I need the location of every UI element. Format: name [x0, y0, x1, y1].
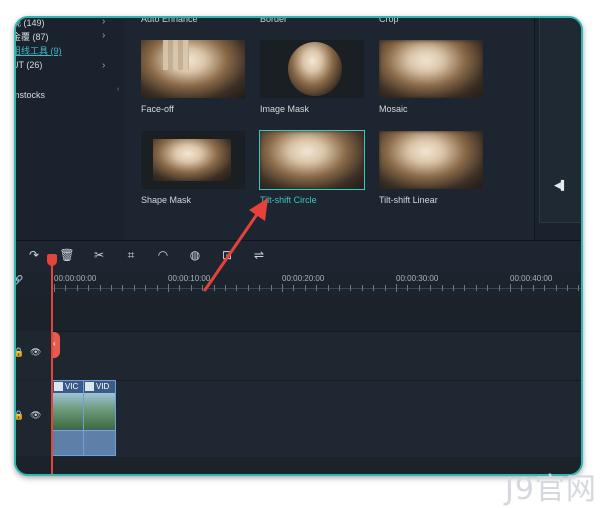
annotation-arrow-icon: [203, 198, 268, 292]
annotation-arrow-head: [249, 198, 268, 221]
watermark-text: J9官网: [505, 472, 597, 507]
annotation-arrow-shaft: [203, 205, 264, 292]
